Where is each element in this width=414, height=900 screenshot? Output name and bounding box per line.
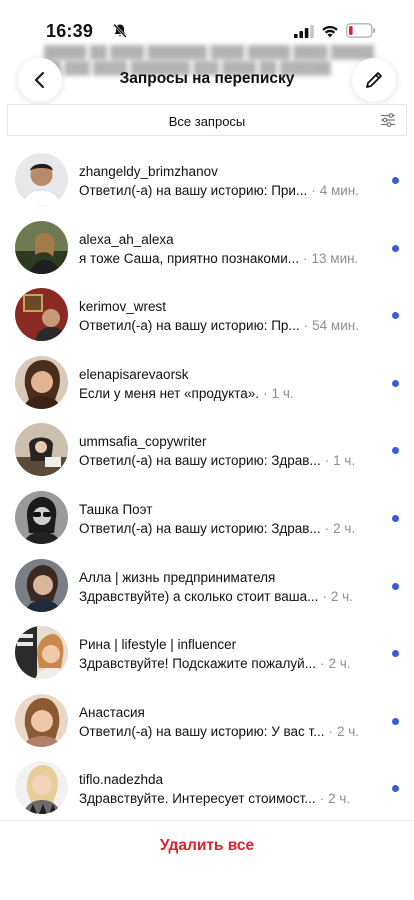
battery-icon: [346, 23, 376, 38]
request-time: 13 мин.: [311, 250, 359, 266]
request-row[interactable]: elenapisarevaorsk Если у меня нет «проду…: [0, 349, 414, 417]
request-preview-line: Ответил(-а) на вашу историю: Здрав... · …: [79, 453, 379, 468]
request-username: Анастасия: [79, 704, 145, 720]
request-row[interactable]: Ташка Поэт Ответил(-а) на вашу историю: …: [0, 484, 414, 552]
filter-sliders-icon[interactable]: [380, 112, 396, 128]
status-time: 16:39: [46, 21, 94, 41]
unread-indicator: [392, 785, 399, 793]
separator-dot: ·: [328, 723, 334, 739]
wifi-icon: [322, 25, 338, 38]
avatar: [15, 490, 68, 544]
request-username: zhangeldy_brimzhanov: [79, 164, 218, 179]
separator-dot: ·: [322, 588, 327, 604]
request-preview: Ответил(-а) на вашу историю: Пр...: [79, 318, 300, 334]
separator-dot: ·: [324, 520, 330, 536]
separator-dot: ·: [303, 250, 308, 266]
avatar: [15, 355, 68, 409]
unread-indicator: [392, 379, 399, 387]
request-time: 2 ч.: [328, 791, 351, 807]
request-preview-line: Здравствуйте) а сколько стоит ваша... · …: [79, 589, 379, 604]
request-preview-line: я тоже Саша, приятно познакоми... · 13 м…: [79, 251, 379, 266]
edit-button[interactable]: [352, 58, 396, 102]
request-username: kerimov_wrest: [79, 299, 167, 315]
request-preview-line: Ответил(-а) на вашу историю: Пр... · 54 …: [79, 318, 379, 333]
request-preview: я тоже Саша, приятно познакоми...: [79, 250, 300, 266]
unread-indicator: [392, 514, 399, 522]
request-username: elenapisarevaorsk: [79, 366, 189, 382]
request-row[interactable]: zhangeldy_brimzhanov Ответил(-а) на вашу…: [0, 146, 414, 214]
request-row[interactable]: Анастасия Ответил(-а) на вашу историю: У…: [0, 687, 414, 755]
delete-all-button[interactable]: Удалить все: [0, 837, 414, 855]
request-preview-line: Здравствуйте. Интересует стоимост... · 2…: [79, 791, 379, 806]
request-row[interactable]: Алла | жизнь предпринимателя Здравствуйт…: [0, 552, 414, 620]
avatar: [15, 626, 68, 680]
unread-indicator: [392, 244, 399, 252]
request-row[interactable]: kerimov_wrest Ответил(-а) на вашу истори…: [0, 281, 414, 349]
separator-dot: ·: [311, 183, 316, 198]
avatar: [15, 220, 68, 274]
request-username: alexa_ah_alexa: [79, 231, 174, 247]
avatar: [15, 558, 68, 612]
unread-indicator: [392, 582, 399, 590]
request-username: ummsafia_copywriter: [79, 434, 207, 450]
avatar: [15, 288, 68, 342]
request-preview: Здравствуйте. Интересует стоимост...: [79, 791, 316, 807]
separator-dot: ·: [319, 791, 325, 807]
request-preview-line: Здравствуйте! Подскажите пожалуй... · 2 …: [79, 656, 379, 671]
request-username: Рина | lifestyle | influencer: [79, 637, 237, 653]
separator-dot: ·: [263, 385, 268, 401]
request-time: 2 ч.: [330, 588, 353, 604]
unread-indicator: [392, 447, 399, 455]
request-time: 1 ч.: [271, 385, 294, 401]
request-preview-line: Ответил(-а) на вашу историю: У вас т... …: [79, 724, 379, 739]
avatar: [15, 153, 68, 206]
request-username: Алла | жизнь предпринимателя: [79, 569, 276, 585]
separator-dot: ·: [319, 656, 325, 672]
request-preview-line: Ответил(-а) на вашу историю: При... · 4 …: [79, 183, 379, 198]
request-row[interactable]: tiflo.nadezhda Здравствуйте. Интересует …: [0, 754, 414, 822]
request-time: 2 ч.: [337, 723, 360, 739]
bell-off-icon: [113, 23, 127, 38]
request-row[interactable]: alexa_ah_alexa я тоже Саша, приятно позн…: [0, 214, 414, 282]
request-preview: Здравствуйте) а сколько стоит ваша...: [79, 588, 319, 604]
request-preview-line: Если у меня нет «продукта». · 1 ч.: [79, 386, 379, 401]
unread-indicator: [392, 717, 399, 725]
request-preview-line: Ответил(-а) на вашу историю: Здрав... · …: [79, 521, 379, 536]
unread-indicator: [392, 650, 399, 658]
avatar: [15, 423, 68, 477]
header: Запросы на переписку: [0, 56, 414, 104]
signal-icon: [294, 25, 314, 38]
edit-pencil-icon: [366, 72, 382, 88]
request-preview: Ответил(-а) на вашу историю: При...: [79, 183, 308, 198]
request-time: 1 ч.: [333, 453, 356, 469]
request-username: tiflo.nadezhda: [79, 772, 164, 788]
request-username: Ташка Поэт: [79, 501, 153, 517]
separator-dot: ·: [303, 318, 309, 334]
request-time: 54 мин.: [312, 318, 359, 334]
footer-divider: [0, 820, 414, 821]
request-preview: Ответил(-а) на вашу историю: Здрав...: [79, 453, 321, 469]
unread-indicator: [392, 312, 399, 320]
filter-label: Все запросы: [168, 114, 246, 129]
request-time: 2 ч.: [328, 656, 351, 672]
request-row[interactable]: Рина | lifestyle | influencer Здравствуй…: [0, 619, 414, 687]
request-preview: Если у меня нет «продукта».: [79, 385, 260, 401]
filter-bar[interactable]: Все запросы: [7, 104, 407, 136]
avatar: [15, 761, 68, 815]
avatar: [15, 693, 68, 747]
request-time: 4 мин.: [319, 183, 359, 198]
request-preview: Ответил(-а) на вашу историю: Здрав...: [79, 520, 321, 536]
request-row[interactable]: ummsafia_copywriter Ответил(-а) на вашу …: [0, 416, 414, 484]
request-time: 2 ч.: [333, 520, 356, 536]
unread-indicator: [392, 177, 399, 184]
requests-list: zhangeldy_brimzhanov Ответил(-а) на вашу…: [0, 146, 414, 822]
request-preview: Ответил(-а) на вашу историю: У вас т...: [79, 723, 325, 739]
separator-dot: ·: [324, 453, 330, 469]
request-preview: Здравствуйте! Подскажите пожалуй...: [79, 656, 316, 672]
